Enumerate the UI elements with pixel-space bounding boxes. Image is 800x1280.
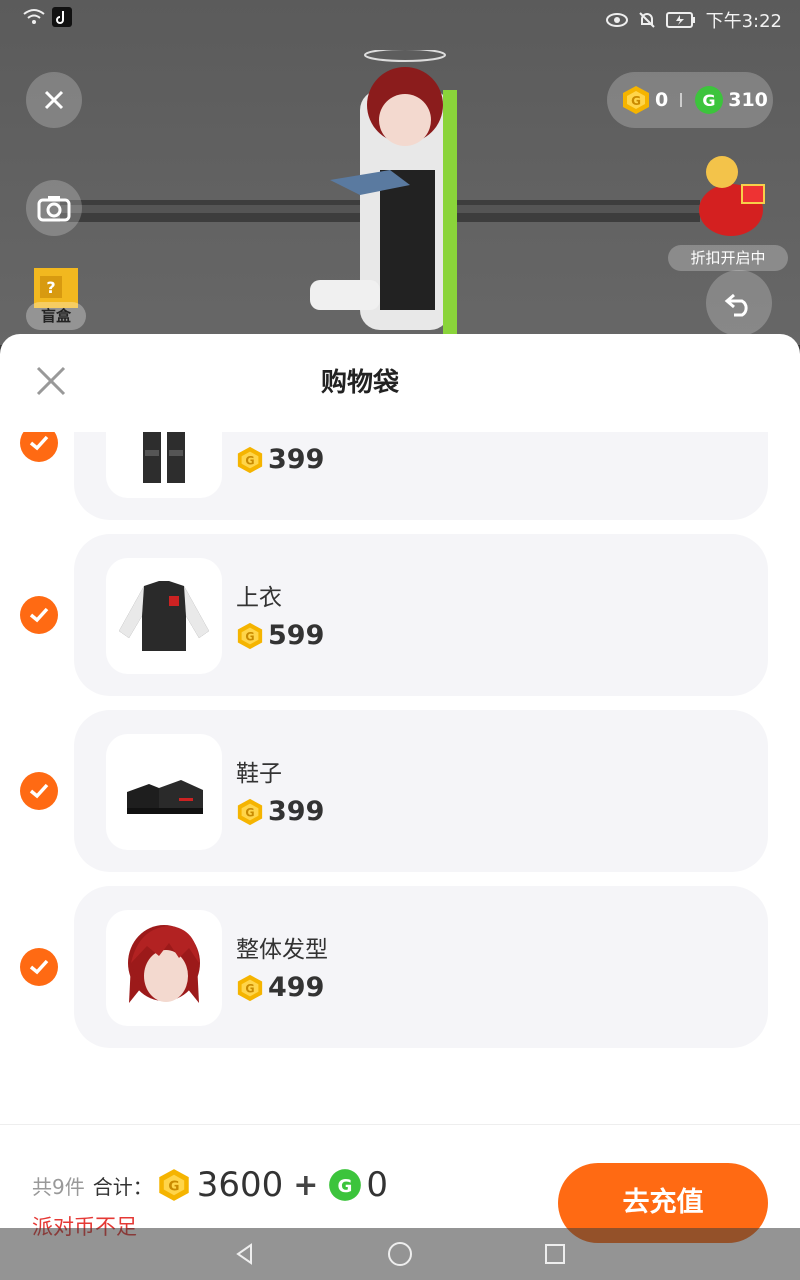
undo-button[interactable] [706, 270, 772, 336]
item-checkbox[interactable] [20, 948, 58, 986]
item-thumbnail [106, 734, 222, 850]
close-icon [44, 90, 64, 110]
shoes-icon [127, 780, 203, 814]
item-price: G 399 [236, 444, 324, 475]
item-price: G 599 [236, 620, 324, 651]
item-price-value: 399 [268, 444, 325, 475]
svg-text:G: G [245, 454, 254, 467]
balance-divider [680, 93, 683, 107]
sheet-title: 购物袋 [320, 368, 399, 398]
check-icon [29, 959, 49, 975]
svg-text:G: G [168, 1179, 179, 1195]
blindbox-label[interactable]: 盲盒 [26, 302, 86, 330]
scene-close-button[interactable] [26, 72, 82, 128]
eye-icon [605, 13, 628, 27]
gold-total: 3600 [196, 1165, 284, 1205]
item-thumbnail [106, 910, 222, 1026]
gold-coin-icon: G [237, 798, 263, 825]
item-name: 上衣 [236, 585, 282, 611]
svg-text:?: ? [46, 278, 55, 297]
item-price: G 399 [236, 796, 324, 827]
cart-item[interactable]: G 399 [20, 432, 768, 520]
green-coin-icon: G [329, 1169, 362, 1201]
gold-balance: 0 [655, 89, 669, 111]
sheet-close-icon[interactable] [30, 360, 72, 402]
recents-icon[interactable] [543, 1242, 567, 1266]
item-name: 整体发型 [236, 937, 328, 963]
camera-icon [37, 196, 71, 222]
cart-item[interactable]: 鞋子 G 399 [20, 710, 768, 872]
wifi-icon [23, 9, 45, 24]
item-price-value: 599 [268, 620, 325, 651]
undo-icon [724, 293, 748, 317]
battery-charging-icon [665, 12, 695, 28]
item-name: 鞋子 [236, 761, 282, 787]
check-icon [29, 607, 49, 623]
mute-icon [638, 12, 655, 28]
item-checkbox[interactable] [20, 772, 58, 810]
system-nav-bar [0, 1228, 800, 1280]
check-icon [29, 783, 49, 799]
svg-text:G: G [245, 982, 254, 995]
status-time: 下午3:22 [705, 11, 782, 32]
gold-coin-icon: G [159, 1169, 189, 1201]
svg-text:G: G [245, 806, 254, 819]
coin-balance[interactable]: G 0 G 310 [607, 72, 773, 128]
tiktok-icon [52, 7, 72, 27]
hairstyle-icon [128, 925, 200, 1003]
gold-coin-icon: G [237, 974, 263, 1001]
gold-coin-icon: G [237, 622, 263, 649]
item-price-value: 499 [268, 972, 325, 1003]
cart-list[interactable]: G 399 上衣 G 599 鞋子 G 399 整体发型 G 499 [0, 432, 800, 1122]
status-bar: 下午3:22 [0, 0, 800, 38]
total-line: 共9件 合计： G 3600 + G 0 [32, 1165, 388, 1205]
green-balance: 310 [728, 89, 768, 111]
item-price: G 499 [236, 972, 324, 1003]
green-coin-icon: G [695, 86, 724, 114]
svg-text:G: G [703, 91, 716, 110]
back-icon[interactable] [233, 1242, 257, 1266]
item-price-value: 399 [268, 796, 325, 827]
svg-text:G: G [631, 94, 641, 108]
cart-item[interactable]: 上衣 G 599 [20, 534, 768, 696]
item-checkbox[interactable] [20, 432, 58, 462]
svg-text:G: G [338, 1176, 353, 1197]
total-label: 合计： [92, 1174, 153, 1199]
shopping-bag-sheet: 购物袋 G 399 上衣 G 599 鞋子 G 399 整体发型 G 499 共… [0, 334, 800, 1280]
pants-icon [143, 432, 185, 483]
discount-badge[interactable]: 折扣开启中 [668, 245, 788, 271]
jacket-icon [119, 581, 209, 651]
item-checkbox[interactable] [20, 596, 58, 634]
item-thumbnail [106, 432, 222, 498]
avatar-scene: 下午3:22 G 0 G 310 折扣开启中 ? 盲盒 [0, 0, 800, 345]
item-count: 共9件 [32, 1174, 85, 1199]
cart-item[interactable]: 整体发型 G 499 [20, 886, 768, 1048]
check-icon [29, 435, 49, 451]
camera-button[interactable] [26, 180, 82, 236]
home-icon[interactable] [387, 1241, 413, 1267]
item-thumbnail [106, 558, 222, 674]
fortune-bag-icon[interactable] [692, 150, 770, 240]
gold-coin-icon: G [623, 86, 649, 114]
plus-sign: + [293, 1167, 319, 1203]
gold-coin-icon: G [237, 446, 263, 473]
svg-text:G: G [245, 630, 254, 643]
sheet-header: 购物袋 [0, 334, 800, 430]
green-total: 0 [366, 1165, 389, 1205]
